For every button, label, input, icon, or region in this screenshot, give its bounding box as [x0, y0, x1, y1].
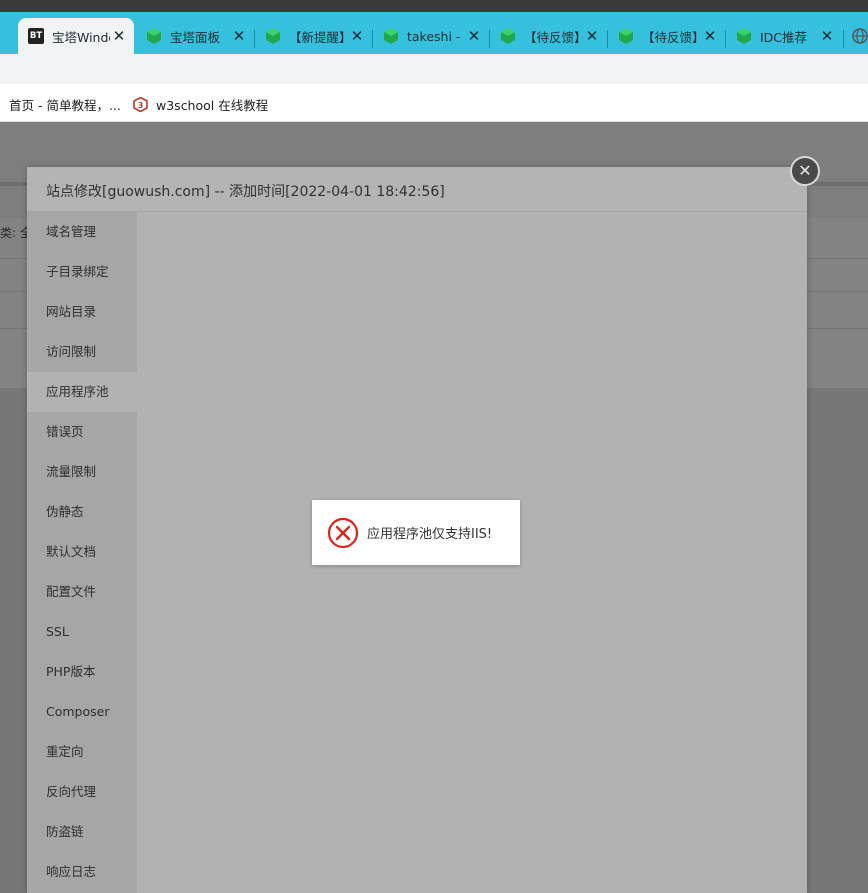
sidebar-item-config-file[interactable]: 配置文件 — [27, 572, 137, 612]
tab-close-icon[interactable]: ✕ — [818, 27, 836, 45]
sidebar-item-redirect[interactable]: 重定向 — [27, 732, 137, 772]
tab-close-icon[interactable]: ✕ — [465, 27, 483, 45]
sidebar-item-reverse-proxy[interactable]: 反向代理 — [27, 772, 137, 812]
tab-label: IDC推荐 — [760, 29, 808, 45]
modal-sidebar: 域名管理 子目录绑定 网站目录 访问限制 应用程序池 错误页 流量限制 伪静态 … — [27, 212, 137, 893]
globe-icon — [852, 28, 868, 44]
bookmarks-bar: 首页 - 简单教程，... 3 w3school 在线教程 — [0, 84, 868, 122]
svg-text:3: 3 — [138, 101, 144, 110]
tab-close-icon[interactable]: ✕ — [701, 27, 719, 45]
sidebar-item-rewrite[interactable]: 伪静态 — [27, 492, 137, 532]
bt-logo-icon: BT — [28, 28, 44, 44]
sidebar-item-traffic-limit[interactable]: 流量限制 — [27, 452, 137, 492]
tab-close-icon[interactable]: ✕ — [0, 27, 4, 45]
tab-partial-left[interactable]: ✕ — [0, 18, 10, 54]
bt-cube-icon — [146, 28, 162, 44]
tab-close-icon[interactable]: ✕ — [348, 27, 366, 45]
modal-close-button[interactable]: ✕ — [790, 156, 820, 186]
sidebar-item-hotlink-protection[interactable]: 防盗链 — [27, 812, 137, 852]
bookmark-label: w3school 在线教程 — [156, 98, 269, 113]
tab-close-icon[interactable]: ✕ — [583, 27, 601, 45]
bt-cube-icon — [500, 28, 516, 44]
bt-cube-icon — [383, 28, 399, 44]
tab-close-icon[interactable]: ✕ — [230, 27, 248, 45]
tab-label: 宝塔面板 — [170, 29, 221, 45]
sidebar-item-default-document[interactable]: 默认文档 — [27, 532, 137, 572]
sidebar-item-error-page[interactable]: 错误页 — [27, 412, 137, 452]
bt-cube-icon — [736, 28, 752, 44]
tab-label: 【待反馈】 — [524, 29, 583, 45]
sidebar-item-domain-management[interactable]: 域名管理 — [27, 212, 137, 252]
sidebar-item-subdirectory-binding[interactable]: 子目录绑定 — [27, 252, 137, 292]
toast-message: 应用程序池仅支持IIS! — [367, 527, 493, 542]
tab-label: 宝塔Windows — [52, 29, 110, 45]
w3school-icon: 3 — [133, 96, 148, 113]
sidebar-item-access-restriction[interactable]: 访问限制 — [27, 332, 137, 372]
tab[interactable]: 【待反馈】 ✕ — [608, 18, 725, 54]
tab[interactable]: takeshi - ✕ — [373, 18, 489, 54]
error-toast: 应用程序池仅支持IIS! — [312, 500, 520, 565]
bookmark-label: 首页 - 简单教程，... — [9, 98, 121, 113]
modal-header: 站点修改[guowush.com] -- 添加时间[2022-04-01 18:… — [27, 167, 807, 212]
error-circle-icon — [327, 517, 359, 549]
tab-strip: ✕ BT 宝塔Windows ✕ 宝塔面板 ✕ 【新提醒】 ✕ takeshi … — [0, 12, 868, 54]
sidebar-item-ssl[interactable]: SSL — [27, 612, 137, 652]
sidebar-item-composer[interactable]: Composer — [27, 692, 137, 732]
tab-label: 【新提醒】 — [289, 29, 348, 45]
bookmark-item[interactable]: 3 w3school 在线教程 — [133, 95, 268, 114]
tab[interactable]: 【新提醒】 ✕ — [255, 18, 372, 54]
bookmark-item[interactable]: 首页 - 简单教程，... — [9, 95, 121, 114]
bt-cube-icon — [265, 28, 281, 44]
sidebar-item-app-pool[interactable]: 应用程序池 — [27, 372, 137, 412]
tab-close-icon[interactable]: ✕ — [110, 27, 128, 45]
tab-active[interactable]: BT 宝塔Windows ✕ — [18, 18, 134, 54]
window-titlebar — [0, 0, 868, 12]
address-bar[interactable] — [0, 54, 868, 84]
modal-title: 站点修改[guowush.com] -- 添加时间[2022-04-01 18:… — [46, 184, 445, 200]
tab[interactable]: 【待反馈】 ✕ — [490, 18, 607, 54]
tab-label: takeshi - — [407, 28, 461, 44]
tab-label: 【待反馈】 — [642, 29, 701, 45]
tab[interactable]: IDC推荐 ✕ — [726, 18, 842, 54]
bt-cube-icon — [618, 28, 634, 44]
sidebar-item-site-directory[interactable]: 网站目录 — [27, 292, 137, 332]
sidebar-item-response-log[interactable]: 响应日志 — [27, 852, 137, 892]
tab-partial-right[interactable] — [844, 18, 868, 54]
tab[interactable]: 宝塔面板 ✕ — [136, 18, 254, 54]
sidebar-item-php-version[interactable]: PHP版本 — [27, 652, 137, 692]
